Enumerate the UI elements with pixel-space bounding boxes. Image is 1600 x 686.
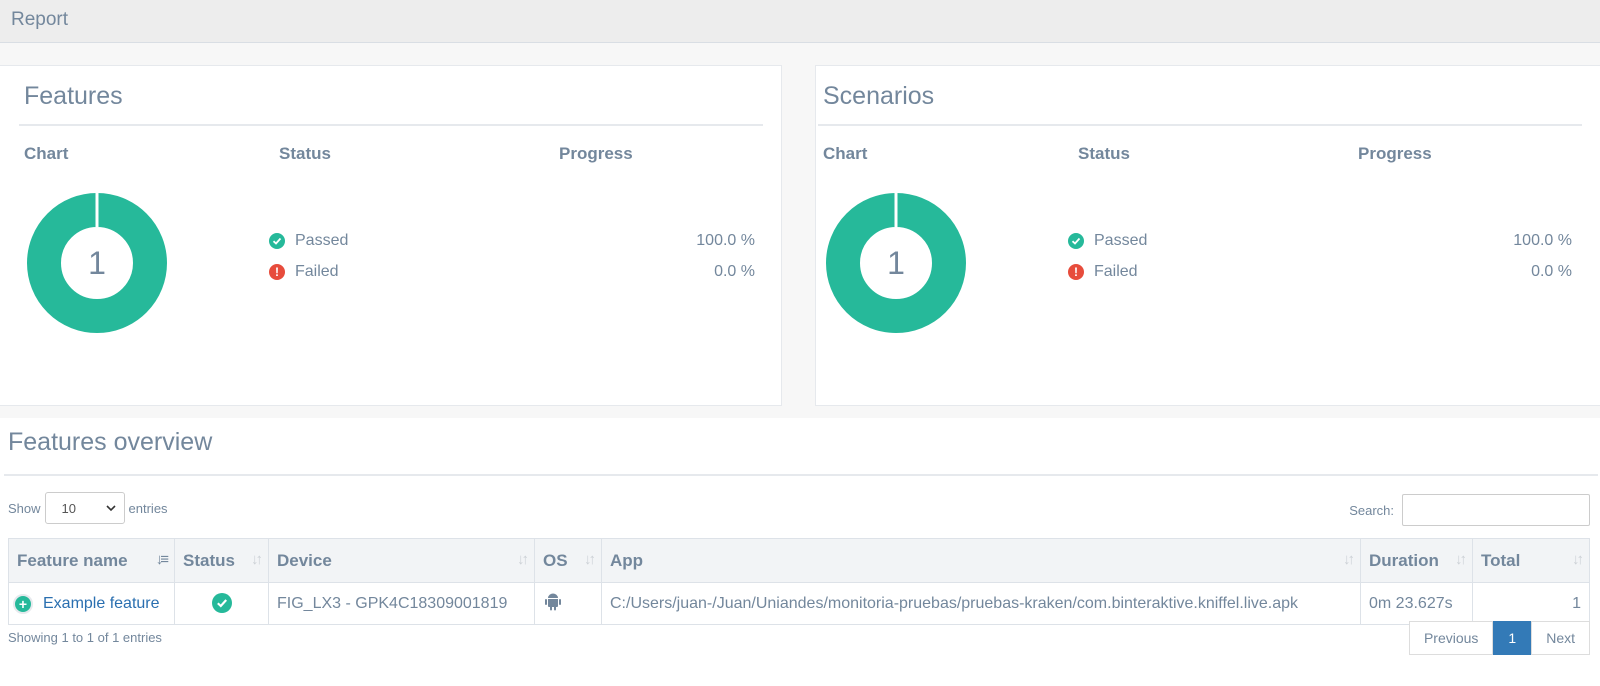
passed-label: Passed bbox=[295, 232, 349, 249]
app-cell: C:/Users/juan-/Juan/Uniandes/monitoria-p… bbox=[601, 582, 1361, 625]
column-header-os[interactable]: OS ↓↑ bbox=[534, 538, 602, 583]
table-header-row: Feature name ↓≡ Status ↓↑ Device ↓↑ OS ↓↑ Ap… bbox=[8, 538, 1590, 583]
features-donut-chart: 1 bbox=[27, 192, 167, 333]
scenarios-donut-chart: 1 bbox=[826, 192, 966, 333]
next-page-button[interactable]: Next bbox=[1531, 621, 1590, 655]
column-header-feature-name[interactable]: Feature name ↓≡ bbox=[8, 538, 175, 583]
failed-label: Failed bbox=[295, 263, 339, 280]
column-header-app[interactable]: App ↓↑ bbox=[601, 538, 1361, 583]
total-cell: 1 bbox=[1472, 582, 1590, 625]
check-circle-icon bbox=[211, 593, 232, 613]
page-title: Report bbox=[11, 9, 69, 30]
plus-circle-icon[interactable]: + bbox=[13, 593, 33, 614]
features-title: Features bbox=[24, 82, 123, 110]
chart-column-header: Chart bbox=[24, 144, 69, 163]
sort-icon: ↓↑ bbox=[251, 551, 263, 568]
entries-label: entries bbox=[128, 500, 168, 516]
scenarios-panel: Scenarios Chart Status Progress 1 Passed… bbox=[815, 65, 1600, 406]
divider bbox=[19, 124, 763, 126]
failed-status-row: ! Failed bbox=[269, 263, 339, 281]
status-cell bbox=[174, 582, 269, 625]
search-control: Search: bbox=[1349, 494, 1590, 526]
divider bbox=[818, 124, 1582, 126]
check-circle-icon bbox=[269, 233, 285, 249]
column-header-device[interactable]: Device ↓↑ bbox=[268, 538, 535, 583]
failed-percentage: 0.0 % bbox=[1531, 263, 1572, 280]
page-length-control: Show 10 entries bbox=[8, 492, 168, 524]
feature-name-link[interactable]: Example feature bbox=[43, 595, 160, 613]
column-header-total[interactable]: Total ↓↑ bbox=[1472, 538, 1590, 583]
status-column-header: Status bbox=[279, 144, 331, 163]
page-1-button[interactable]: 1 bbox=[1493, 621, 1532, 655]
failed-percentage: 0.0 % bbox=[714, 263, 755, 280]
progress-column-header: Progress bbox=[1358, 144, 1432, 163]
device-cell: FIG_LX3 - GPK4C18309001819 bbox=[268, 582, 535, 625]
exclamation-circle-icon: ! bbox=[269, 264, 285, 280]
column-header-duration[interactable]: Duration ↓↑ bbox=[1360, 538, 1473, 583]
duration-cell: 0m 23.627s bbox=[1360, 582, 1473, 625]
features-overview-section: Features overview Show 10 entries Search… bbox=[0, 418, 1600, 686]
search-label: Search: bbox=[1349, 502, 1394, 518]
top-bar: Report bbox=[0, 0, 1600, 43]
show-label: Show bbox=[8, 500, 41, 516]
sort-icon: ↓↑ bbox=[584, 551, 596, 568]
features-panel: Features Chart Status Progress 1 Passed … bbox=[0, 65, 782, 406]
previous-page-button[interactable]: Previous bbox=[1408, 621, 1494, 655]
scenarios-title: Scenarios bbox=[823, 82, 935, 110]
table-row: + Example feature FIG_LX3 - GPK4C1830900… bbox=[8, 582, 1590, 625]
overview-title: Features overview bbox=[8, 428, 213, 456]
page-length-select[interactable]: 10 bbox=[44, 492, 125, 524]
features-table: Feature name ↓≡ Status ↓↑ Device ↓↑ OS ↓↑ Ap… bbox=[8, 538, 1590, 625]
failed-status-row: ! Failed bbox=[1068, 263, 1138, 281]
status-column-header: Status bbox=[1078, 144, 1130, 163]
check-circle-icon bbox=[1068, 233, 1084, 249]
passed-status-row: Passed bbox=[1068, 232, 1147, 250]
column-header-status[interactable]: Status ↓↑ bbox=[174, 538, 269, 583]
android-icon bbox=[545, 593, 561, 611]
feature-name-cell: + Example feature bbox=[8, 582, 175, 625]
sort-icon: ↓↑ bbox=[1343, 551, 1355, 568]
passed-percentage: 100.0 % bbox=[1513, 232, 1572, 249]
exclamation-circle-icon: ! bbox=[1068, 264, 1084, 280]
search-input[interactable] bbox=[1402, 494, 1590, 526]
donut-center-value: 1 bbox=[88, 245, 106, 281]
sort-ascending-icon: ↓≡ bbox=[155, 551, 169, 568]
chevron-down-icon bbox=[105, 504, 116, 511]
failed-label: Failed bbox=[1094, 263, 1138, 280]
sort-icon: ↓↑ bbox=[1455, 551, 1467, 568]
passed-label: Passed bbox=[1094, 232, 1148, 249]
passed-status-row: Passed bbox=[269, 232, 348, 250]
passed-percentage: 100.0 % bbox=[696, 232, 755, 249]
page-length-value: 10 bbox=[61, 500, 76, 516]
sort-icon: ↓↑ bbox=[517, 551, 529, 568]
sort-icon: ↓↑ bbox=[1572, 551, 1584, 568]
progress-column-header: Progress bbox=[559, 144, 633, 163]
donut-center-value: 1 bbox=[887, 245, 905, 281]
table-info: Showing 1 to 1 of 1 entries bbox=[8, 630, 162, 645]
chart-column-header: Chart bbox=[823, 144, 868, 163]
pagination: Previous 1 Next bbox=[1408, 621, 1590, 655]
divider bbox=[4, 474, 1598, 476]
os-cell bbox=[534, 582, 602, 625]
